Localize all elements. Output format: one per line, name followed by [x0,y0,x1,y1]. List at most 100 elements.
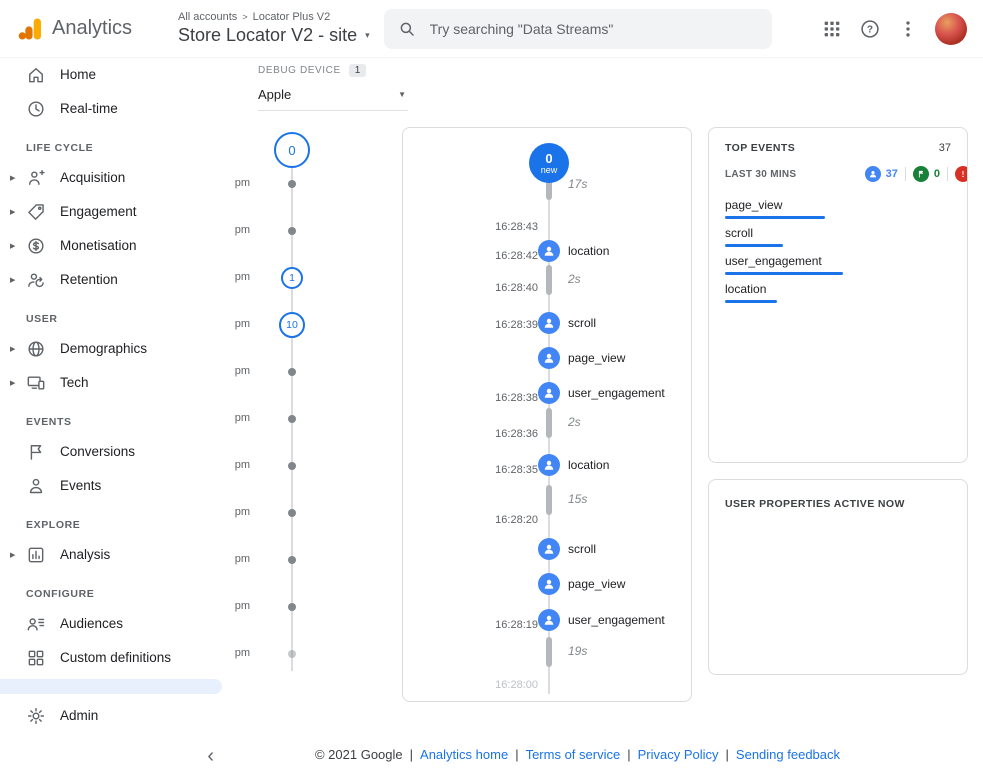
minute-time-label: pm [230,506,250,518]
sidebar-item-demographics[interactable]: ▶Demographics [0,332,230,366]
more-vert-icon[interactable] [897,18,919,40]
event-name: user_engagement [568,386,665,400]
footer-link-sending-feedback[interactable]: Sending feedback [736,747,840,762]
expand-caret-icon[interactable]: ▶ [10,379,24,387]
sidebar-item-analysis[interactable]: ▶ Analysis [0,538,230,572]
breadcrumb-all-accounts[interactable]: All accounts [178,11,237,23]
avatar[interactable] [935,13,967,45]
top-events-total: 37 [939,142,951,154]
seconds-head-label: new [541,166,558,175]
footer-separator: | [515,747,518,762]
counter-value-events: 37 [886,168,898,180]
duration-label: 2s [568,415,581,429]
timeline-segment [546,485,552,515]
sidebar-item-label: Engagement [60,204,137,221]
top-event-item-location[interactable]: location [725,282,951,303]
timeline-segment [546,408,552,438]
sidebar-item-label: Analysis [60,547,110,564]
event-row-page-view[interactable]: page_view [538,347,625,369]
top-event-item-page-view[interactable]: page_view [725,198,951,219]
sidebar-item-engagement[interactable]: ▶ Engagement [0,195,230,229]
apps-grid-icon[interactable] [821,18,843,40]
conversions-icon [26,442,46,462]
sidebar-section-life-cycle: LIFE CYCLE [0,126,230,161]
minute-dot [288,180,296,188]
analytics-logo[interactable]: Analytics [0,15,156,43]
device-dropdown-value: Apple [258,87,291,102]
seconds-stream-card: 0 new 17s16:28:43location16:28:422s16:28… [402,127,692,702]
footer-link-privacy-policy[interactable]: Privacy Policy [638,747,719,762]
sidebar-selected-highlight[interactable] [0,679,222,694]
footer-link-analytics-home[interactable]: Analytics home [420,747,508,762]
expand-caret-icon[interactable]: ▶ [10,551,24,559]
expand-caret-icon[interactable]: ▶ [10,276,24,284]
event-person-icon [538,609,560,631]
property-selector[interactable]: Store Locator V2 - site ▾ [178,25,370,46]
sidebar-item-monetisation[interactable]: ▶Monetisation [0,229,230,263]
engagement-icon [26,202,46,222]
event-row-location[interactable]: location [538,240,609,262]
search-bar[interactable] [384,9,772,49]
counter-separator [947,167,948,181]
chevron-down-icon: ▾ [365,30,370,41]
copyright: © 2021 Google [315,747,403,762]
breadcrumb-property[interactable]: Locator Plus V2 [253,11,331,23]
app-header: Analytics All accounts > Locator Plus V2… [0,0,983,58]
event-name: page_view [568,351,625,365]
event-person-icon [538,347,560,369]
counter-events: 37 [865,166,898,182]
minute-count-circle[interactable]: 10 [279,312,305,338]
expand-caret-icon[interactable]: ▶ [10,208,24,216]
sidebar-item-tech[interactable]: ▶Tech [0,366,230,400]
acquisition-icon [26,168,46,188]
device-dropdown[interactable]: Apple ▼ [258,81,408,111]
sidebar-item-acquisition[interactable]: ▶ Acquisition [0,161,230,195]
sidebar-item-custom-definitions[interactable]: Custom definitions [0,641,230,675]
sidebar-item-label: Acquisition [60,170,125,187]
minute-dot [288,509,296,517]
minutes-head-count-circle[interactable]: 0 [274,132,310,168]
event-person-icon [538,454,560,476]
sidebar-item-conversions[interactable]: Conversions [0,435,230,469]
top-event-item-user-engagement[interactable]: user_engagement [725,254,951,275]
event-row-user-engagement[interactable]: user_engagement [538,609,665,631]
expand-caret-icon[interactable]: ▶ [10,174,24,182]
minute-time-label: pm [230,647,250,659]
footer-separator: | [410,747,413,762]
minute-count-circle[interactable]: 1 [281,267,303,289]
event-person-icon [538,312,560,334]
timestamp-label: 16:28:00 [443,679,538,691]
timestamp-label: 16:28:20 [443,514,538,526]
analytics-logo-icon [16,15,44,43]
collapse-sidebar-icon[interactable]: ‹ [207,745,214,768]
footer-separator: | [627,747,630,762]
sidebar-item-retention[interactable]: ▶Retention [0,263,230,297]
events-icon [26,476,46,496]
event-name: page_view [568,577,625,591]
help-icon[interactable]: ? [859,18,881,40]
footer-link-terms-of-service[interactable]: Terms of service [526,747,621,762]
sidebar-item-events[interactable]: Events [0,469,230,503]
top-events-card: TOP EVENTS 37 LAST 30 MINS 370 page_view… [708,127,968,463]
search-input[interactable] [428,20,758,38]
sidebar-item-admin[interactable]: Admin [0,699,230,733]
expand-caret-icon[interactable]: ▶ [10,345,24,353]
event-row-location[interactable]: location [538,454,609,476]
audiences-icon [26,614,46,634]
expand-caret-icon[interactable]: ▶ [10,242,24,250]
event-row-page-view[interactable]: page_view [538,573,625,595]
search-icon [398,20,416,38]
counter-conversions: 0 [913,166,940,182]
sidebar-item-home[interactable]: Home [0,58,230,92]
debug-device-label: DEBUG DEVICE [258,65,341,76]
sidebar-item-real-time[interactable]: Real-time [0,92,230,126]
minute-dot [288,415,296,423]
top-event-item-scroll[interactable]: scroll [725,226,951,247]
duration-label: 19s [568,644,587,658]
breadcrumb: All accounts > Locator Plus V2 [178,11,370,23]
event-row-scroll[interactable]: scroll [538,538,596,560]
event-row-user-engagement[interactable]: user_engagement [538,382,665,404]
sidebar-item-audiences[interactable]: Audiences [0,607,230,641]
event-row-scroll[interactable]: scroll [538,312,596,334]
minute-dot [288,556,296,564]
